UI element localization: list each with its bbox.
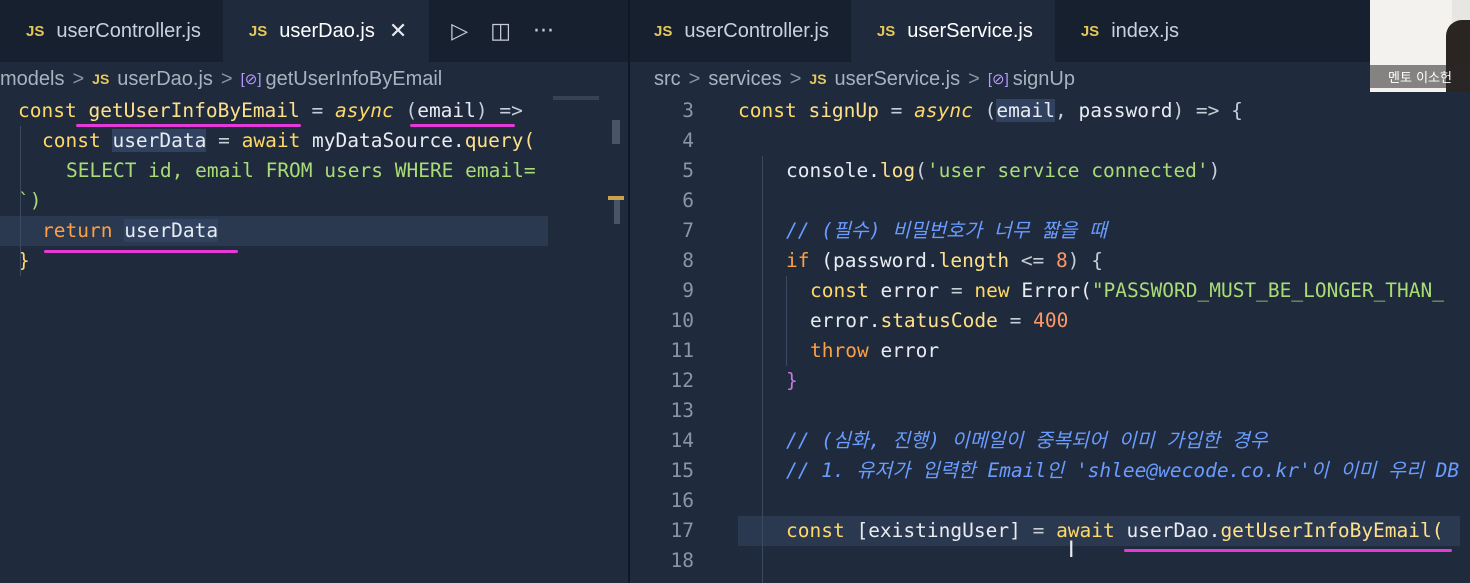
code-line: 12} [670, 369, 798, 392]
symbol-variable-icon: [⊘] [987, 71, 1009, 88]
code-line: 11 throw error [670, 339, 940, 362]
indent-guide [20, 126, 21, 276]
breadcrumb-symbol[interactable]: getUserInfoByEmail [266, 68, 443, 91]
left-tab-bar: JS userController.js JS userDao.js ✕ ▷ ◫… [0, 0, 628, 62]
code-line-current: return userData [0, 216, 548, 246]
js-file-icon: JS [809, 71, 827, 87]
annotation-underline [1124, 549, 1452, 552]
js-file-icon: JS [1080, 22, 1100, 40]
code-line: `) [18, 189, 42, 212]
chevron-right-icon: > [789, 67, 802, 90]
code-line: 16 [670, 489, 694, 512]
split-editor-icon[interactable]: ◫ [490, 19, 511, 44]
indent-guide [762, 156, 763, 583]
breadcrumb-file[interactable]: userDao.js [117, 68, 213, 91]
webcam-name-label: 멘토 이소헌 [1370, 65, 1470, 88]
text-cursor-icon: I [1068, 538, 1075, 563]
tab-userController-right[interactable]: JS userController.js [628, 0, 851, 62]
right-breadcrumb: src > services > JS userService.js > [⊘]… [654, 62, 1454, 96]
breadcrumb-root[interactable]: src [654, 68, 681, 91]
code-line: 4 [682, 129, 694, 152]
code-line: const userData = await myDataSource.quer… [42, 129, 536, 152]
annotation-underline [44, 250, 238, 253]
tab-label: userController.js [684, 19, 829, 42]
left-breadcrumb: models > JS userDao.js > [⊘] getUserInfo… [0, 62, 628, 96]
minimap[interactable] [553, 96, 599, 100]
code-line: 9 const error = new Error("PASSWORD_MUST_… [682, 279, 1445, 302]
close-icon[interactable]: ✕ [389, 18, 407, 44]
code-line: 14// (심화, 진행) 이메일이 중복되어 이미 가입한 경우 [670, 429, 1268, 452]
annotation-underline [76, 124, 301, 127]
scrollbar-thumb[interactable] [612, 120, 620, 144]
breadcrumb-folder[interactable]: services [708, 68, 781, 91]
chevron-right-icon: > [72, 67, 85, 90]
code-line: 5 console.log('user service connected') [682, 159, 1221, 182]
tab-userDao[interactable]: JS userDao.js ✕ [222, 0, 430, 62]
run-icon[interactable]: ▷ [451, 19, 468, 44]
annotation-underline [410, 124, 515, 127]
code-line: 3 const signUp = async (email, password) … [682, 99, 1243, 122]
left-editor[interactable]: const getUserInfoByEmail = async (email)… [0, 96, 628, 583]
code-line: 6 [682, 189, 694, 212]
code-line: 13 [670, 399, 694, 422]
code-line: 8 if (password.length <= 8) { [682, 249, 1104, 272]
tab-userService[interactable]: JS userService.js [850, 0, 1055, 62]
webcam-overlay: 멘토 이소헌 [1370, 0, 1470, 92]
chevron-right-icon: > [688, 67, 701, 90]
chevron-right-icon: > [968, 67, 980, 90]
code-line: const getUserInfoByEmail = async (email)… [18, 99, 523, 122]
code-line: 7// (필수) 비밀번호가 너무 짧을 때 [682, 219, 1107, 242]
tab-label: userService.js [907, 19, 1033, 42]
code-line: 15// 1. 유저가 입력한 Email인 'shlee@wecode.co.… [670, 459, 1460, 482]
breadcrumb-symbol[interactable]: signUp [1013, 68, 1075, 91]
tab-label: userDao.js [279, 19, 375, 42]
indent-guide [786, 276, 787, 366]
js-file-icon: JS [654, 22, 673, 40]
js-file-icon: JS [26, 22, 45, 40]
right-tab-bar: JS userController.js JS userService.js J… [628, 0, 1470, 62]
breadcrumb-file[interactable]: userService.js [835, 68, 961, 91]
right-editor[interactable]: 3 const signUp = async (email, password) … [628, 96, 1470, 583]
tab-label: index.js [1111, 19, 1180, 42]
code-line-current: 17 const [existingUser] = await userDao.g… [628, 516, 1470, 546]
js-file-icon: JS [248, 22, 268, 40]
scrollbar-marker [614, 200, 620, 224]
code-line: SELECT id, email FROM users WHERE email= [66, 159, 536, 182]
js-file-icon: JS [92, 71, 110, 87]
js-file-icon: JS [876, 22, 896, 40]
more-actions-icon[interactable]: ··· [533, 19, 554, 44]
breadcrumb-folder[interactable]: models [0, 68, 64, 91]
symbol-variable-icon: [⊘] [240, 71, 262, 88]
tab-index[interactable]: JS index.js [1055, 0, 1201, 62]
tab-userController-left[interactable]: JS userController.js [0, 0, 223, 62]
chevron-right-icon: > [220, 67, 233, 90]
tab-label: userController.js [56, 19, 201, 42]
code-line: 10 error.statusCode = 400 [670, 309, 1069, 332]
